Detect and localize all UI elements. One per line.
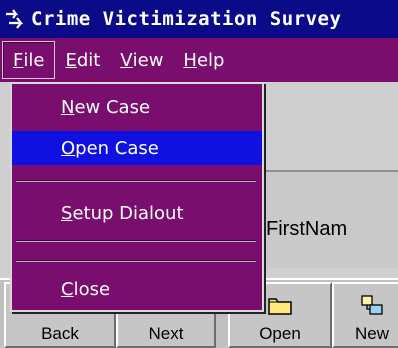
menu-view[interactable]: View	[110, 42, 173, 78]
menu-help[interactable]: Help	[173, 42, 234, 78]
menu-file[interactable]: File	[2, 41, 56, 79]
menu-separator	[16, 180, 256, 182]
firstname-label: FirstNam	[266, 218, 348, 240]
menu-edit[interactable]: Edit	[55, 42, 110, 78]
window-title: Crime Victimization Survey	[31, 8, 342, 30]
menu-bar: File Edit View Help	[0, 38, 398, 82]
menu-separator	[16, 260, 256, 262]
file-menu-dropdown: New Case Open Case Setup Dialout Close	[10, 82, 264, 312]
new-button[interactable]: New	[332, 282, 398, 348]
menu-item-open-case[interactable]: Open Case	[12, 131, 262, 165]
new-case-icon	[361, 295, 383, 315]
menu-item-setup-dialout[interactable]: Setup Dialout	[12, 196, 262, 230]
folder-icon	[268, 298, 292, 315]
menu-separator	[16, 240, 256, 242]
title-bar: Crime Victimization Survey	[0, 0, 398, 38]
menu-item-new-case[interactable]: New Case	[12, 90, 262, 124]
app-icon	[6, 9, 24, 29]
app-window: Crime Victimization Survey File Edit Vie…	[0, 0, 398, 348]
menu-item-close[interactable]: Close	[12, 272, 262, 306]
